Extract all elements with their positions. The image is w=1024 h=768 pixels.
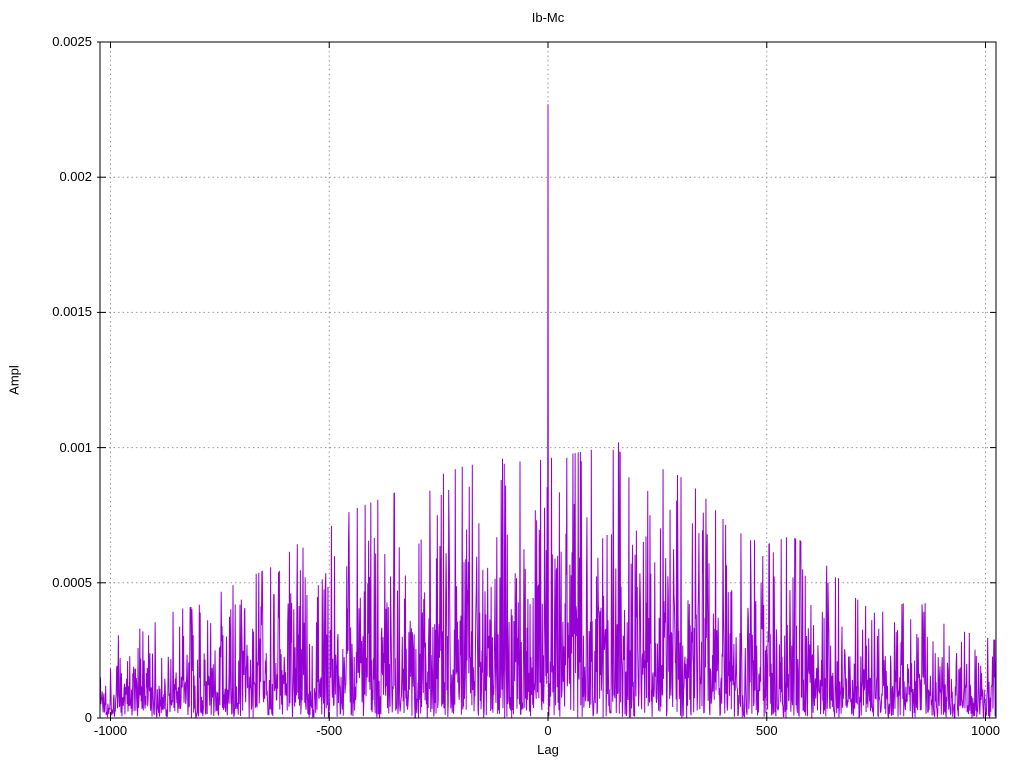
y-tick-label: 0.001 [59,439,92,455]
y-tick-label: 0.0015 [52,304,92,320]
gnuplot-window: Ib-Mc Ampl Lag 0 0.0005 0.001 0.0015 0.002 0.… [0,0,1024,768]
data-series-path [99,104,997,720]
x-tick-label: 0 [544,723,552,738]
x-tick-label: 1000 [971,723,1000,738]
y-tick-label: 0.0025 [52,34,92,49]
y-tick-label: 0.0005 [52,574,92,590]
x-tick-label: -1000 [93,723,128,738]
correlation-plot [97,41,997,721]
x-tick-label: 500 [755,723,778,738]
y-tick-label: 0.002 [59,169,92,185]
x-tick-label: -500 [316,723,343,738]
